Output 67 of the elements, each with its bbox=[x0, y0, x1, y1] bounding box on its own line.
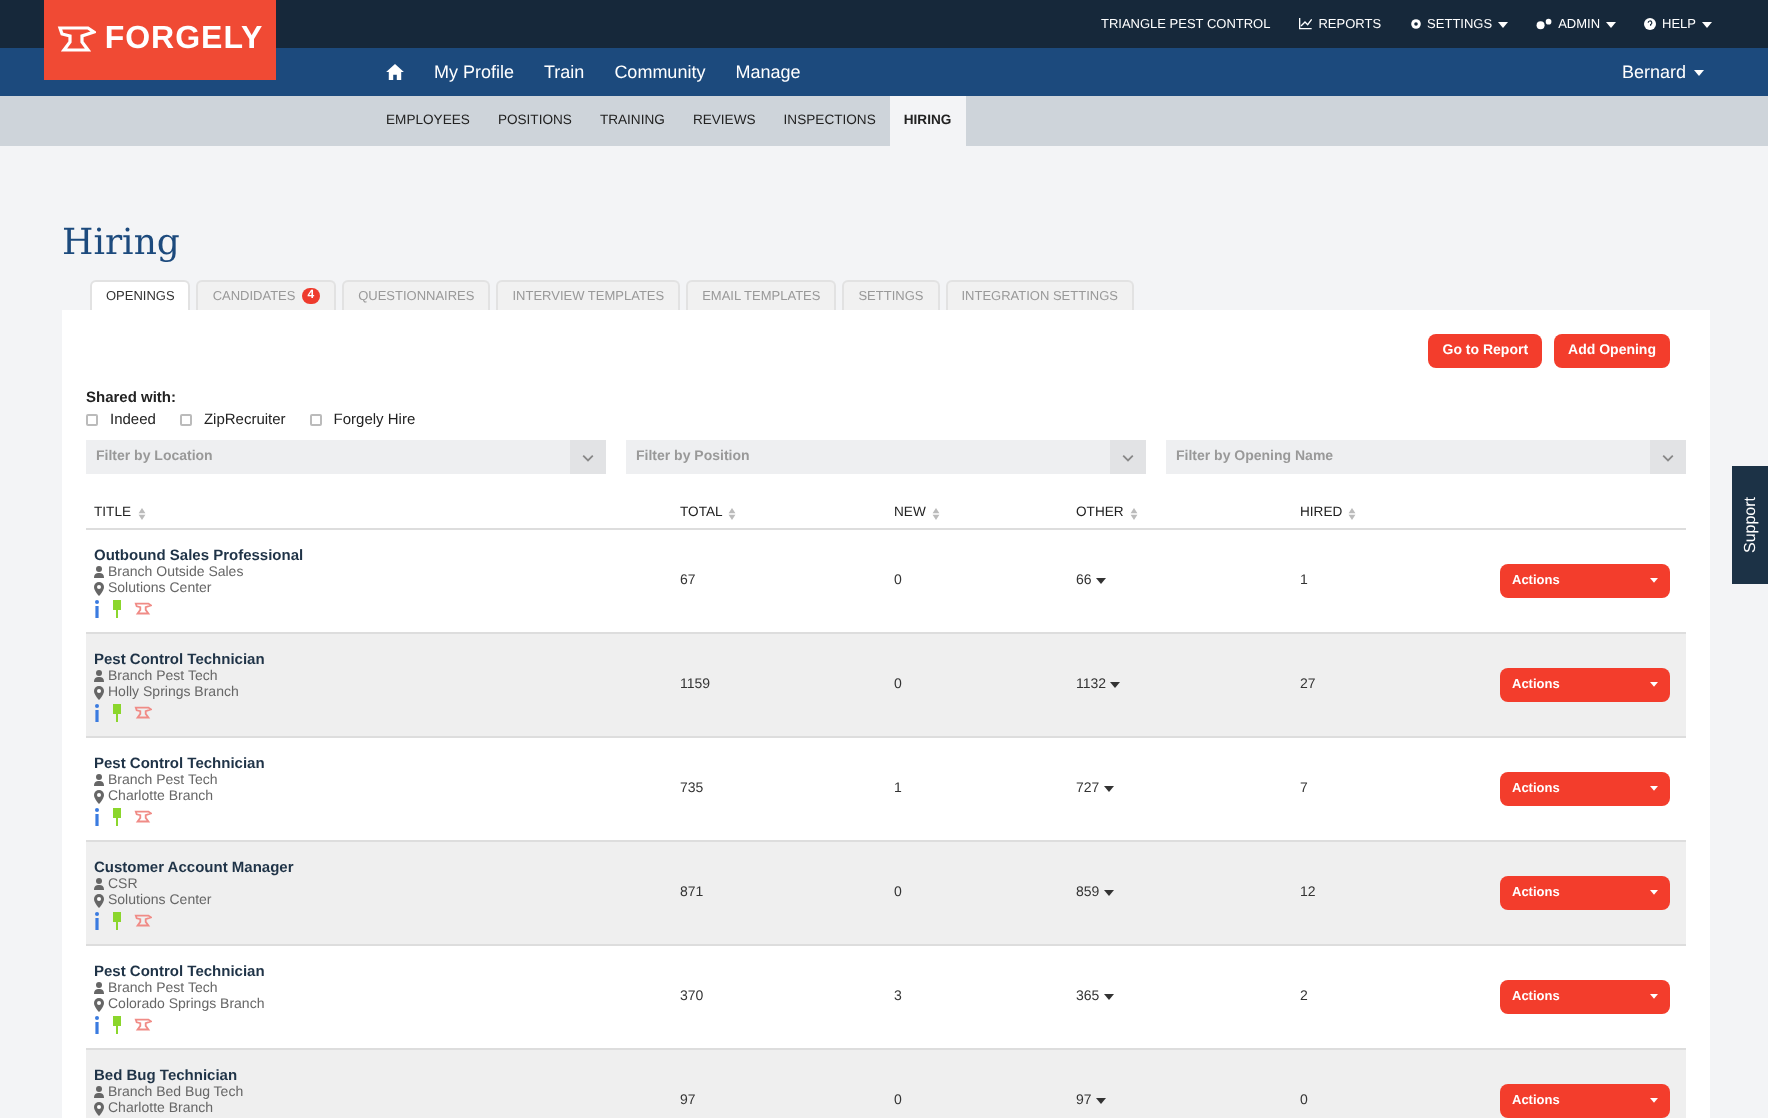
chart-icon bbox=[1298, 18, 1313, 30]
caret-icon bbox=[1650, 786, 1658, 792]
caret-icon bbox=[1103, 786, 1114, 792]
person-icon bbox=[94, 1086, 104, 1098]
chevron-icon bbox=[582, 453, 594, 461]
pushpin-icon[interactable] bbox=[112, 1015, 122, 1033]
nav-link[interactable]: Train bbox=[544, 62, 585, 82]
caret-icon bbox=[1095, 578, 1106, 584]
person-icon bbox=[94, 982, 104, 994]
caret-icon bbox=[1650, 578, 1658, 584]
info-icon[interactable] bbox=[94, 703, 100, 721]
anvil-icon[interactable] bbox=[134, 911, 152, 929]
location-pin-icon bbox=[94, 581, 104, 595]
location-pin-icon bbox=[94, 1101, 104, 1115]
caret-icon bbox=[1702, 21, 1712, 27]
person-icon bbox=[94, 774, 104, 786]
person-icon bbox=[94, 670, 104, 682]
help-icon bbox=[1644, 18, 1657, 30]
pushpin-icon[interactable] bbox=[112, 703, 122, 721]
location-pin-icon bbox=[94, 893, 104, 907]
caret-icon bbox=[1498, 21, 1509, 27]
anvil-icon[interactable] bbox=[134, 807, 152, 825]
caret-icon bbox=[1650, 994, 1658, 1000]
nav-link[interactable]: Community bbox=[614, 62, 706, 82]
info-icon[interactable] bbox=[94, 911, 100, 929]
sort-icon[interactable] bbox=[137, 507, 146, 519]
person-icon bbox=[94, 566, 104, 578]
pushpin-icon[interactable] bbox=[112, 807, 122, 825]
checkbox[interactable] bbox=[309, 413, 322, 425]
caret-icon bbox=[1110, 682, 1121, 688]
chevron-icon bbox=[1122, 453, 1134, 461]
gear-icon bbox=[1409, 18, 1422, 30]
caret-icon bbox=[1103, 994, 1114, 1000]
info-icon[interactable] bbox=[94, 807, 100, 825]
info-icon[interactable] bbox=[94, 599, 100, 617]
user-menu[interactable]: Bernard bbox=[1621, 62, 1704, 82]
caret-icon bbox=[1095, 1098, 1106, 1104]
caret-icon bbox=[1606, 21, 1617, 27]
chevron-icon bbox=[1662, 453, 1674, 461]
home-icon[interactable] bbox=[386, 64, 404, 80]
anvil-icon[interactable] bbox=[134, 703, 152, 721]
anvil-icon[interactable] bbox=[134, 1015, 152, 1033]
sort-icon[interactable] bbox=[1129, 507, 1138, 519]
caret-icon bbox=[1650, 682, 1658, 688]
caret-icon bbox=[1694, 69, 1704, 75]
logo[interactable]: FORGELY bbox=[44, 0, 276, 80]
caret-icon bbox=[1103, 890, 1114, 896]
page-title: Hiring bbox=[62, 222, 182, 266]
person-icon bbox=[94, 878, 104, 890]
location-pin-icon bbox=[94, 789, 104, 803]
anvil-icon bbox=[56, 22, 97, 58]
sort-icon[interactable] bbox=[728, 507, 737, 519]
location-pin-icon bbox=[94, 997, 104, 1011]
pushpin-icon[interactable] bbox=[112, 911, 122, 929]
anvil-icon[interactable] bbox=[134, 599, 152, 617]
nav-link[interactable]: Manage bbox=[735, 62, 801, 82]
pushpin-icon[interactable] bbox=[112, 599, 122, 617]
caret-icon bbox=[1650, 890, 1658, 896]
sort-icon[interactable] bbox=[1348, 507, 1357, 519]
location-pin-icon bbox=[94, 685, 104, 699]
nav-link[interactable]: My Profile bbox=[434, 62, 515, 82]
caret-icon bbox=[1650, 1098, 1658, 1104]
checkbox[interactable] bbox=[86, 413, 98, 425]
info-icon[interactable] bbox=[94, 1015, 100, 1033]
checkbox[interactable] bbox=[179, 413, 192, 425]
support-tab[interactable]: Support bbox=[1732, 466, 1768, 584]
sort-icon[interactable] bbox=[931, 507, 940, 519]
